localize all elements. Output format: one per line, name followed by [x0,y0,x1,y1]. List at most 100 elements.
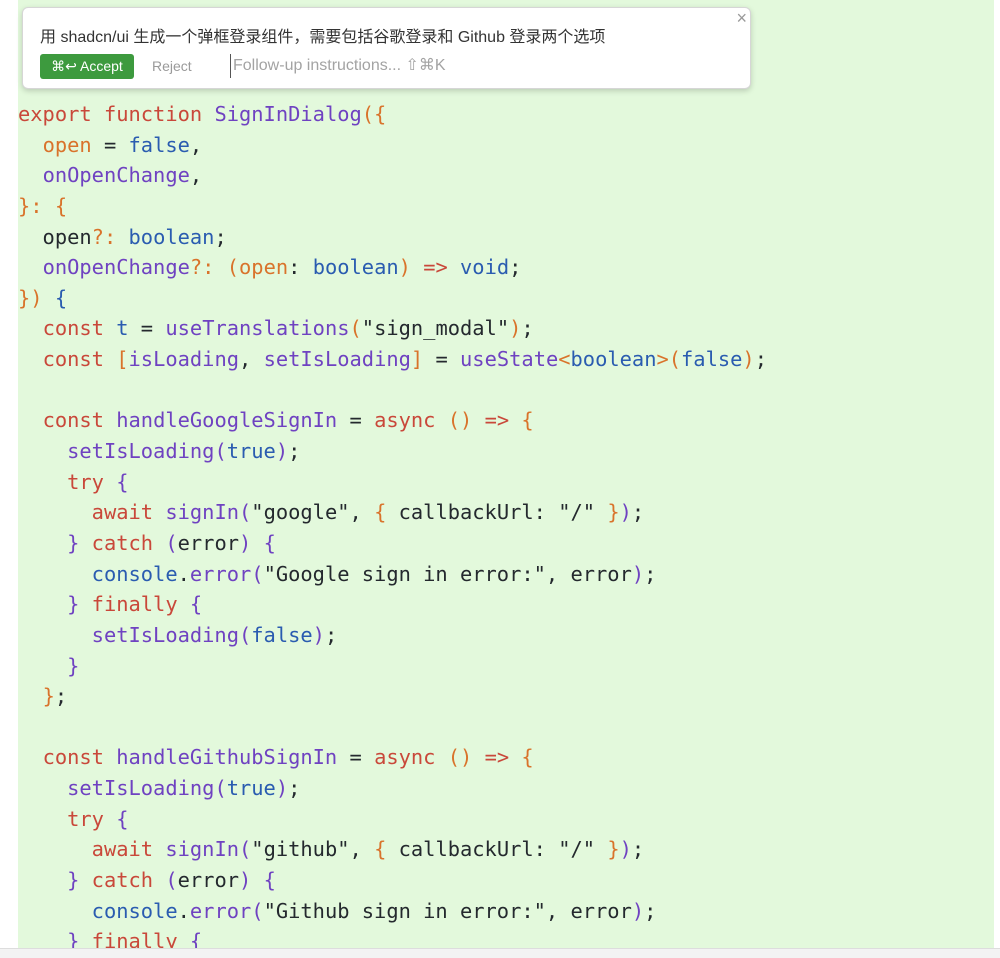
code-identifier: ) [631,898,645,923]
code-text: ; [631,837,645,862]
code-keyword: const [42,316,104,341]
code-line: } catch (error) { [18,528,767,559]
code-editor[interactable]: export function SignInDialog({ open = fa… [18,0,994,948]
code-keyword: => [484,408,510,433]
code-punctuation: { [521,745,534,770]
code-text: ; [754,347,767,372]
code-line: const [isLoading, setIsLoading] = useSta… [18,344,767,375]
code-identifier: isLoading [128,347,240,372]
code-line: onOpenChange, [18,160,767,191]
code-identifier: { [116,469,129,494]
code-literal: boolean [312,255,399,280]
code-keyword: try [67,469,104,494]
code-identifier: ( [239,622,252,647]
code-identifier: signIn [165,837,240,862]
code-literal: false [128,132,190,157]
code-identifier: ( [214,439,227,464]
code-text: = [337,408,375,433]
code-text: ; [644,561,657,586]
code-identifier: ) [631,561,645,586]
code-literal: boolean [128,224,215,249]
accept-button[interactable]: ⌘↩ Accept [40,54,134,79]
code-identifier: useState [460,347,559,372]
code-line: setIsLoading(true); [18,436,767,467]
code-line: open = false, [18,130,767,161]
code-punctuation: ({ [361,102,387,126]
code-literal: false [681,347,743,372]
code-identifier: ( [251,561,264,586]
code-text: ; [214,224,227,249]
code-punctuation: () [447,408,473,433]
code-punctuation: }: [18,193,43,218]
code-line: export function SignInDialog({ [18,99,767,130]
code-text: : [288,255,313,280]
reject-button[interactable]: Reject [152,58,192,74]
code-punctuation: { [374,837,387,862]
code-keyword: function [103,102,203,126]
code-line: } finally { [18,589,767,620]
code-identifier: signIn [165,500,240,525]
code-line: } catch (error) { [18,865,767,896]
code-identifier: { [263,868,276,893]
code-literal: t [116,316,129,341]
code-punctuation: ?: [189,255,215,280]
code-punctuation: open [239,255,289,280]
code-line: } [18,651,767,682]
code-punctuation: ( [349,316,362,341]
code-keyword: finally [91,592,178,617]
close-icon[interactable]: × [736,8,747,29]
code-line: onOpenChange?: (open: boolean) => void; [18,252,767,283]
code-text: ; [631,500,645,525]
code-identifier: ) [239,868,252,893]
code-identifier: } [67,592,80,617]
code-identifier: ) [239,530,252,555]
code-diff-block[interactable]: export function SignInDialog({ open = fa… [18,99,767,948]
code-identifier: handleGithubSignIn [116,745,338,770]
code-line: setIsLoading(true); [18,773,767,804]
follow-up-input[interactable] [230,54,713,78]
code-identifier: } [67,929,80,948]
code-line: const handleGithubSignIn = async () => { [18,742,767,773]
code-keyword: await [91,837,154,862]
code-text: ; [324,622,338,647]
code-text: "github", [251,837,375,862]
code-line: } finally { [18,926,767,948]
code-punctuation: [ [116,347,129,372]
code-text: callbackUrl: "/" [386,837,608,862]
code-line: open?: boolean; [18,222,767,253]
code-line: setIsLoading(false); [18,620,767,651]
code-text: = [128,316,166,341]
code-keyword: await [91,500,154,525]
code-punctuation: { [374,500,387,525]
code-line: }: { [18,191,767,222]
